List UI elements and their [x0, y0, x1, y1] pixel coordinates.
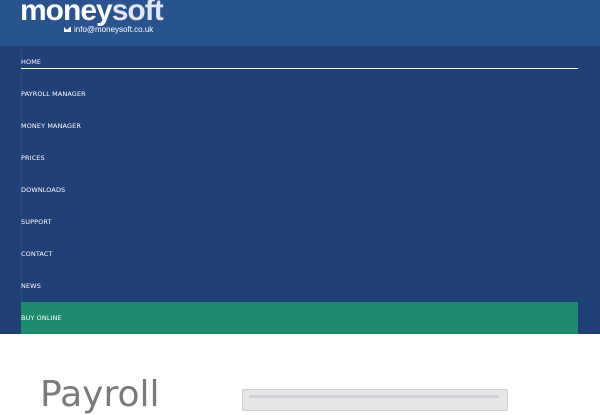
nav-item-label: PAYROLL MANAGER — [21, 90, 86, 98]
page-title: Payroll — [40, 374, 160, 415]
nav-item-label: MONEY MANAGER — [21, 122, 81, 130]
screenshot-toolbar — [249, 395, 499, 398]
nav-item-label: NEWS — [21, 282, 41, 290]
nav-item-news[interactable]: NEWS — [21, 270, 578, 302]
nav-item-support[interactable]: SUPPORT — [21, 206, 578, 238]
nav-item-money-manager[interactable]: MONEY MANAGER — [21, 110, 578, 142]
nav-item-buy-online[interactable]: BUY ONLINE — [21, 302, 578, 334]
nav-item-label: BUY ONLINE — [21, 314, 62, 322]
email-contact-link[interactable]: info@moneysoft.co.uk — [64, 25, 153, 34]
main-content: Payroll — [0, 334, 600, 415]
nav-item-label: CONTACT — [21, 250, 53, 258]
logo-text-light: soft — [111, 0, 164, 27]
moneysoft-logo[interactable]: moneysoft — [20, 0, 164, 28]
logo-text-bold: money — [20, 0, 113, 27]
nav-item-label: HOME — [21, 58, 42, 66]
nav-item-contact[interactable]: CONTACT — [21, 238, 578, 270]
nav-item-payroll-manager[interactable]: PAYROLL MANAGER — [21, 78, 578, 110]
site-header: moneysoft info@moneysoft.co.uk — [0, 0, 600, 46]
nav-item-label: DOWNLOADS — [21, 186, 66, 194]
nav-item-label: SUPPORT — [21, 218, 52, 226]
main-navigation: HOME PAYROLL MANAGER MONEY MANAGER PRICE… — [0, 46, 600, 334]
email-address: info@moneysoft.co.uk — [74, 25, 154, 34]
nav-item-prices[interactable]: PRICES — [21, 142, 578, 174]
product-screenshot — [242, 389, 508, 411]
nav-item-label: PRICES — [21, 154, 45, 162]
envelope-icon — [64, 27, 71, 32]
nav-item-home[interactable]: HOME — [21, 46, 578, 69]
nav-item-downloads[interactable]: DOWNLOADS — [21, 174, 578, 206]
